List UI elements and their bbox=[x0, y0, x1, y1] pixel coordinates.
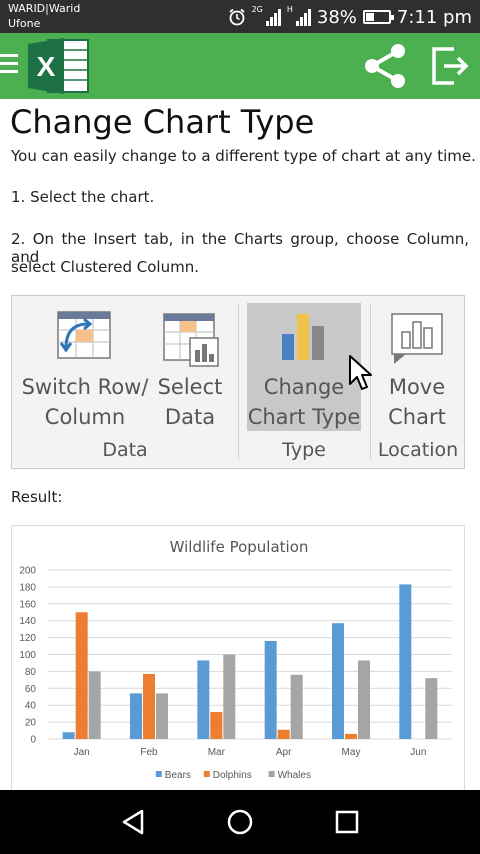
change-chart-type-button[interactable]: Change Chart Type bbox=[247, 372, 361, 432]
x-tick-label: Jan bbox=[74, 747, 90, 758]
bar-whales bbox=[358, 660, 370, 739]
excel-logo: X bbox=[28, 38, 89, 94]
move-chart-button[interactable]: Move Chart bbox=[374, 372, 460, 432]
app-bar: X bbox=[0, 33, 480, 99]
network-h-label: H bbox=[286, 5, 293, 14]
chart-container: Wildlife Population 0 20 40 60 80 100 120 140 16… bbox=[11, 525, 465, 795]
bar-bears bbox=[197, 660, 210, 739]
signal-icon-2 bbox=[295, 8, 311, 26]
status-indicators: 2G H 38% 7:11 pm bbox=[228, 5, 472, 29]
recent-apps-icon[interactable] bbox=[334, 809, 360, 835]
ribbon-separator bbox=[238, 304, 239, 459]
select-data-icon bbox=[163, 313, 219, 367]
x-tick-label: Feb bbox=[140, 747, 158, 758]
alarm-icon bbox=[228, 8, 245, 26]
change-chart-type-icon bbox=[282, 314, 324, 360]
bar-dolphins bbox=[345, 733, 357, 739]
bar-dolphins bbox=[75, 612, 88, 739]
legend-label: Bears bbox=[165, 770, 191, 781]
legend-label: Whales bbox=[278, 770, 311, 781]
move-chart-icon bbox=[391, 313, 443, 364]
legend-swatch bbox=[203, 771, 210, 777]
y-tick-label: 200 bbox=[19, 566, 36, 577]
x-tick-label: Mar bbox=[208, 747, 226, 758]
switch-row-column-button[interactable]: Switch Row/ Column bbox=[20, 372, 150, 432]
y-tick-label: 0 bbox=[30, 735, 36, 746]
change-chart-type-label-2: Chart Type bbox=[247, 405, 361, 429]
switch-row-column-label-1: Switch Row/ bbox=[21, 375, 149, 399]
share-icon[interactable] bbox=[360, 41, 410, 91]
legend-swatch bbox=[268, 771, 275, 777]
ribbon-screenshot: Switch Row/ Column Select Data Change Ch… bbox=[11, 295, 465, 469]
step-1-text: 1. Select the chart. bbox=[11, 188, 155, 206]
bar-bears bbox=[130, 693, 142, 739]
select-data-label-1: Select bbox=[157, 375, 223, 399]
y-tick-label: 20 bbox=[25, 718, 37, 729]
select-data-button[interactable]: Select Data bbox=[152, 372, 228, 432]
signal-icon bbox=[265, 8, 281, 26]
carrier-name-2: Ufone bbox=[8, 17, 41, 30]
y-tick-label: 140 bbox=[19, 616, 36, 627]
y-tick-label: 180 bbox=[19, 582, 36, 593]
result-label: Result: bbox=[11, 488, 63, 506]
switch-row-column-icon bbox=[57, 311, 111, 359]
y-tick-label: 40 bbox=[25, 701, 37, 712]
ribbon-group-data: Data bbox=[102, 439, 148, 461]
bar-bears bbox=[399, 584, 412, 739]
page-title: Change Chart Type bbox=[10, 103, 315, 141]
switch-row-column-label-2: Column bbox=[44, 405, 126, 429]
bar-whales bbox=[290, 674, 303, 739]
bar-whales bbox=[223, 654, 236, 739]
bar-dolphins bbox=[277, 729, 290, 739]
move-chart-label-1: Move bbox=[388, 375, 446, 399]
intro-text: You can easily change to a different typ… bbox=[11, 147, 476, 165]
step-2-line-2: select Clustered Column. bbox=[11, 258, 199, 276]
ribbon-group-type: Type bbox=[282, 439, 326, 461]
home-icon[interactable] bbox=[226, 808, 254, 836]
legend-label: Dolphins bbox=[213, 770, 252, 781]
excel-logo-letter: X bbox=[37, 51, 56, 82]
y-tick-label: 80 bbox=[25, 667, 37, 678]
move-chart-label-2: Chart bbox=[388, 405, 446, 429]
bar-whales bbox=[425, 678, 438, 739]
legend-swatch bbox=[155, 771, 162, 777]
ribbon-group-location: Location bbox=[377, 439, 459, 461]
carrier-name-1: WARID|Warid bbox=[8, 2, 81, 15]
bar-whales bbox=[88, 671, 101, 739]
mouse-cursor-icon bbox=[349, 355, 372, 390]
y-tick-label: 160 bbox=[19, 599, 36, 610]
bar-bears bbox=[264, 640, 277, 739]
back-icon[interactable] bbox=[120, 808, 148, 836]
bar-dolphins bbox=[210, 711, 223, 739]
network-2g-label: 2G bbox=[251, 5, 263, 14]
column-chart: 0 20 40 60 80 100 120 140 160 180 200 Jan Feb Mar Apr M… bbox=[19, 566, 452, 781]
x-tick-label: May bbox=[342, 747, 361, 758]
menu-icon[interactable] bbox=[0, 54, 18, 76]
y-tick-label: 120 bbox=[19, 633, 36, 644]
bar-dolphins bbox=[143, 673, 155, 739]
x-tick-label: Jun bbox=[410, 747, 426, 758]
change-chart-type-label-1: Change bbox=[263, 375, 345, 399]
battery-percent: 38% bbox=[316, 6, 357, 28]
navigation-bar bbox=[0, 790, 480, 854]
y-tick-label: 60 bbox=[25, 684, 37, 695]
battery-fill bbox=[365, 13, 374, 21]
y-tick-label: 100 bbox=[19, 650, 36, 661]
status-bar: WARID|Warid Ufone 2G H 38% 7:11 pm bbox=[0, 0, 480, 33]
bar-whales bbox=[156, 693, 168, 739]
bar-bears bbox=[62, 732, 75, 739]
article-content: Change Chart Type You can easily change … bbox=[0, 99, 480, 795]
battery-icon bbox=[362, 10, 394, 24]
clock: 7:11 pm bbox=[396, 6, 472, 28]
x-tick-label: Apr bbox=[276, 747, 292, 758]
bar-bears bbox=[332, 623, 344, 739]
exit-icon[interactable] bbox=[428, 45, 470, 87]
select-data-label-2: Data bbox=[164, 405, 216, 429]
